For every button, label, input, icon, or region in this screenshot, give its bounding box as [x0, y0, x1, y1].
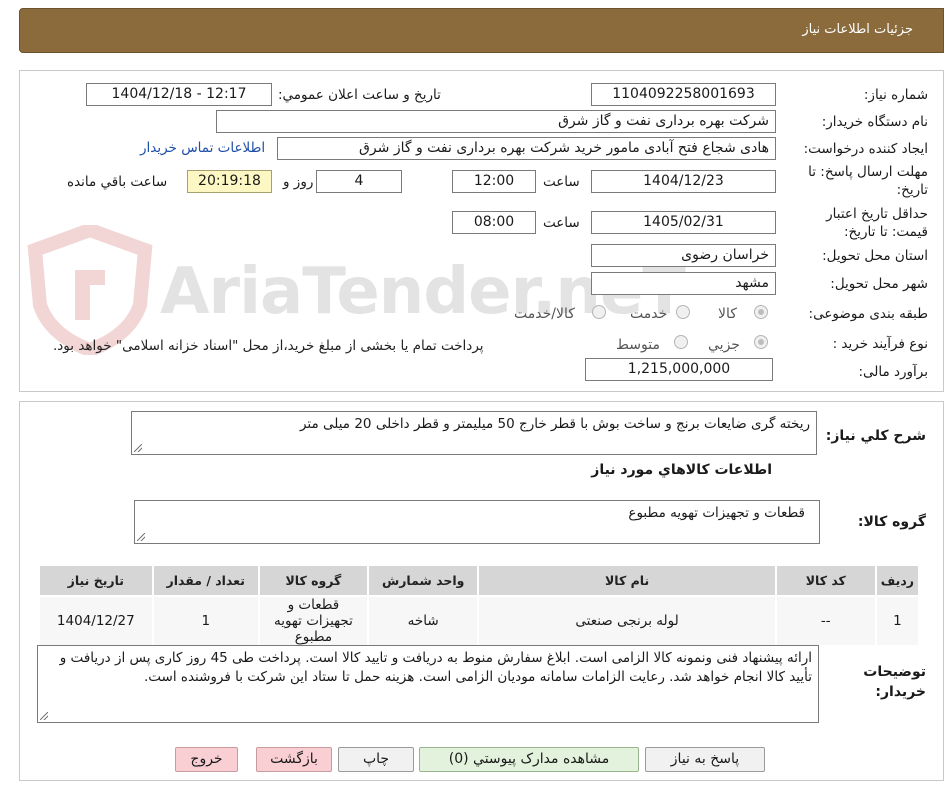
city-field: مشهد: [591, 272, 776, 295]
goods-group-text: قطعات و تجهيزات تهويه مطبوع: [628, 505, 805, 521]
process-medium-text: متوسط: [616, 337, 660, 353]
table-header-row: رديف کد کالا نام کالا واحد شمارش گروه کا…: [38, 564, 921, 597]
days-label: روز و: [283, 174, 314, 190]
process-partial-text: جزيي: [708, 337, 740, 353]
goods-group-textarea[interactable]: قطعات و تجهيزات تهويه مطبوع: [134, 500, 820, 544]
cell-group: قطعات و تجهيزات تهويه مطبوع: [257, 595, 370, 647]
reply-deadline-label-2: تاريخ:: [896, 182, 928, 198]
resize-grip-icon[interactable]: [137, 533, 145, 541]
city-label: شهر محل تحويل:: [830, 276, 928, 292]
days-left-field: 4: [316, 170, 402, 193]
cell-row: 1: [874, 595, 921, 647]
items-table: رديف کد کالا نام کالا واحد شمارش گروه کا…: [38, 564, 921, 647]
process-note: پرداخت تمام یا بخشی از مبلغ خرید،از محل …: [53, 338, 484, 354]
buyer-notes-text: ارائه پیشنهاد فنی ونمونه کالا الزامی است…: [59, 650, 812, 685]
cell-date: 1404/12/27: [38, 595, 154, 647]
need-number-field: 1104092258001693: [591, 83, 776, 106]
cell-code: --: [774, 595, 877, 647]
category-both-text: کالا/خدمت: [514, 306, 575, 322]
col-date: تاريخ نياز: [38, 564, 154, 597]
description-label: شرح کلي نياز:: [825, 428, 926, 444]
requester-field: هادی شجاع فتح آبادی مامور خرید شرکت بهره…: [277, 137, 776, 160]
province-label: استان محل تحويل:: [822, 248, 928, 264]
buyer-org-label: نام دستگاه خريدار:: [821, 114, 928, 130]
goods-section-title: اطلاعات کالاهاي مورد نياز: [591, 462, 772, 478]
category-goods-text: کالا: [718, 306, 737, 322]
need-number-label: شماره نياز:: [863, 87, 928, 103]
category-service-radio[interactable]: [676, 305, 690, 319]
items-table-wrap: رديف کد کالا نام کالا واحد شمارش گروه کا…: [38, 564, 921, 647]
province-field: خراسان رضوی: [591, 244, 776, 267]
process-medium-radio[interactable]: [674, 335, 688, 349]
category-both-radio[interactable]: [592, 305, 606, 319]
goods-group-label: گروه کالا:: [857, 514, 926, 530]
remaining-label: ساعت باقي مانده: [67, 174, 168, 190]
exit-button[interactable]: خروج: [175, 747, 238, 772]
category-goods-radio[interactable]: [754, 305, 768, 319]
validity-time-field: 08:00: [452, 211, 536, 234]
col-name: نام کالا: [477, 564, 777, 597]
col-group: گروه کالا: [257, 564, 370, 597]
remaining-time-field: 20:19:18: [187, 170, 272, 193]
validity-date-field: 1405/02/31: [591, 211, 776, 234]
validity-time-label: ساعت: [543, 215, 580, 231]
buyer-notes-label: توضيحات: [863, 664, 926, 680]
page-title: جزئيات اطلاعات نياز: [802, 22, 913, 37]
reply-date-field: 1404/12/23: [591, 170, 776, 193]
announce-datetime-label: تاريخ و ساعت اعلان عمومي:: [278, 87, 441, 103]
col-qty: تعداد / مقدار: [151, 564, 260, 597]
description-text: ریخته گری ضایعات برنج و ساخت بوش با قطر …: [299, 416, 810, 432]
cell-unit: شاخه: [367, 595, 480, 647]
reply-button[interactable]: پاسخ به نياز: [645, 747, 765, 772]
reply-deadline-label: مهلت ارسال پاسخ: تا: [808, 164, 928, 180]
buyer-org-field: شرکت بهره برداری نفت و گاز شرق: [216, 110, 776, 133]
col-row: رديف: [874, 564, 921, 597]
buyer-notes-textarea[interactable]: ارائه پیشنهاد فنی ونمونه کالا الزامی است…: [37, 645, 819, 723]
budget-field: 1,215,000,000: [585, 358, 773, 381]
reply-time-field: 12:00: [452, 170, 536, 193]
validity-label-2: قيمت: تا تاريخ:: [844, 224, 928, 240]
buyer-contact-link[interactable]: اطلاعات تماس خريدار: [140, 140, 265, 156]
process-partial-radio[interactable]: [754, 335, 768, 349]
buyer-notes-label-2: خريدار:: [875, 684, 926, 700]
resize-grip-icon[interactable]: [40, 712, 48, 720]
back-button[interactable]: بازگشت: [256, 747, 332, 772]
requester-label: ايجاد کننده درخواست:: [803, 141, 928, 157]
reply-time-label: ساعت: [543, 174, 580, 190]
cell-name: لوله برنجی صنعتی: [477, 595, 777, 647]
table-row: 1 -- لوله برنجی صنعتی شاخه قطعات و تجهيز…: [38, 595, 921, 647]
category-service-text: خدمت: [630, 306, 668, 322]
budget-label: برآورد مالی:: [858, 364, 928, 380]
description-textarea[interactable]: ریخته گری ضایعات برنج و ساخت بوش با قطر …: [131, 411, 817, 455]
view-attachments-button[interactable]: مشاهده مدارک پيوستي (0): [419, 747, 639, 772]
process-label: نوع فرآيند خريد :: [832, 336, 928, 352]
announce-datetime-field: 1404/12/18 - 12:17: [86, 83, 272, 106]
category-label: طبقه بندی موضوعی:: [808, 306, 928, 322]
validity-label: حداقل تاريخ اعتبار: [826, 206, 928, 222]
resize-grip-icon[interactable]: [134, 444, 142, 452]
print-button[interactable]: چاپ: [338, 747, 414, 772]
cell-qty: 1: [151, 595, 260, 647]
col-unit: واحد شمارش: [367, 564, 480, 597]
col-code: کد کالا: [774, 564, 877, 597]
page-header: جزئيات اطلاعات نياز: [19, 8, 944, 53]
